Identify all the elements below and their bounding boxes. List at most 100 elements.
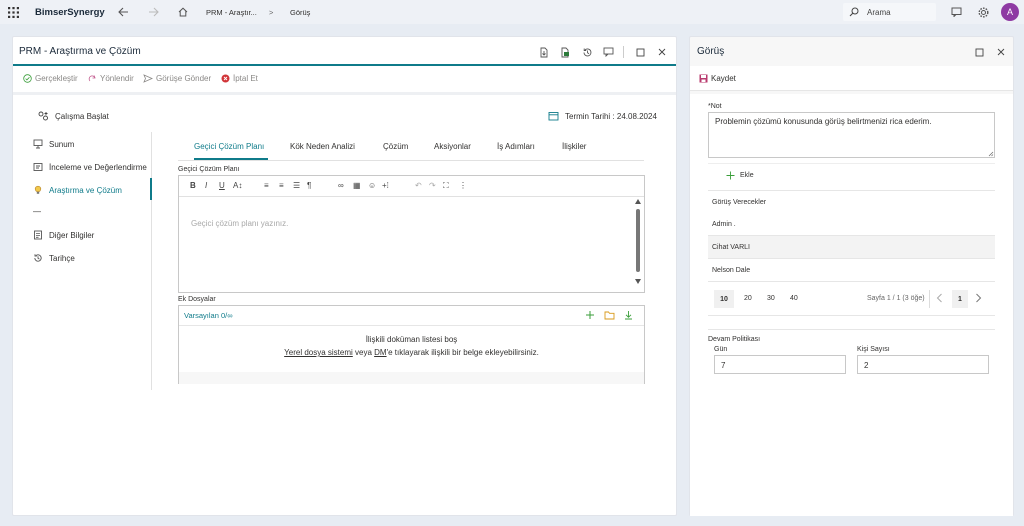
scroll-up-icon[interactable] [635,199,641,204]
tab-cozum[interactable]: Çözüm [383,142,408,151]
close-icon[interactable] [655,45,669,59]
redirect-label: Yönlendir [100,74,134,83]
list-item[interactable]: Cihat VARLI [708,236,995,259]
send-opinion-label: Görüşe Gönder [156,74,212,83]
export-icon[interactable] [537,45,551,59]
close-icon[interactable] [994,45,1008,59]
people-count-input[interactable]: 2 [857,355,989,374]
tab-aksiyonlar[interactable]: Aksiyonlar [434,142,471,151]
maximize-icon[interactable] [633,45,647,59]
workflow-icon [38,111,49,121]
nav-item-arastirma[interactable]: Araştırma ve Çözüm [33,185,122,195]
attachments-empty-text: İlişkili doküman listesi boş [365,335,458,344]
document-excel-icon[interactable] [558,45,572,59]
nav-item-sunum[interactable]: Sunum [33,139,74,149]
chat-icon[interactable] [951,0,962,24]
italic-icon[interactable]: I [205,181,207,190]
tab-is-adimlari[interactable]: İş Adımları [497,142,535,151]
page-size-20[interactable]: 20 [744,295,752,302]
previous-page-chevron-icon[interactable] [936,293,943,303]
nav-active-indicator [150,178,152,200]
add-button[interactable]: Ekle [726,171,754,180]
list-item[interactable]: Nelson Dale [708,259,995,282]
attachments-default-category[interactable]: Varsayılan 0/∞ [184,311,233,320]
link-icon[interactable]: ∞ [338,181,344,190]
dm-link[interactable]: DM [374,348,386,357]
history-icon[interactable] [580,45,594,59]
check-circle-icon [23,74,32,83]
maximize-icon[interactable] [972,45,986,59]
main-form-panel: PRM - Araştırma ve Çözüm Gerçekleştir Yö… [12,36,677,516]
breadcrumb-separator: > [269,7,274,17]
search-box[interactable]: Arama [843,3,936,21]
save-label: Kaydet [711,74,736,83]
rich-text-editor[interactable] [178,175,645,293]
resize-handle-icon[interactable] [988,151,994,157]
next-page-chevron-icon[interactable] [975,293,982,303]
start-work-button[interactable]: Çalışma Başlat [38,111,109,121]
scroll-down-icon[interactable] [635,279,641,284]
day-input[interactable]: 7 [714,355,846,374]
download-icon[interactable] [624,310,633,320]
paragraph-icon[interactable]: ¶ [307,181,311,190]
add-plus-icon[interactable] [585,310,595,320]
nav-item-inceleme[interactable]: İnceleme ve Değerlendirme [33,162,147,172]
nav-separator: — [33,207,41,216]
nav-item-tarihce[interactable]: Tarihçe [33,253,75,263]
section-divider [708,329,995,330]
settings-gear-icon[interactable] [978,0,989,24]
nav-item-diger-bilgiler[interactable]: Diğer Bilgiler [33,230,94,240]
underline-icon[interactable]: U [219,181,225,190]
home-icon[interactable] [178,0,188,24]
page-info: Sayfa 1 / 1 (3 öğe) [867,295,925,302]
lightbulb-icon [33,185,43,195]
redo-icon[interactable]: ↷ [429,181,436,190]
more-options-icon[interactable]: ⋮ [459,181,467,190]
list-item[interactable]: Admin . [708,213,995,236]
tab-kok-neden-analizi[interactable]: Kök Neden Analizi [290,142,355,151]
save-disk-icon [699,74,708,83]
page-size-10[interactable]: 10 [714,290,734,308]
page-size-40[interactable]: 40 [790,295,798,302]
search-input[interactable]: Arama [867,8,891,17]
attachments-hint: Yerel dosya sistemi veya DM'e tıklayarak… [178,348,645,357]
undo-icon[interactable]: ↶ [415,181,422,190]
breadcrumb-item-prm[interactable]: PRM - Araştır... [206,0,257,24]
emoji-icon[interactable]: ☺ [368,181,376,190]
save-button[interactable]: Kaydet [699,74,736,83]
attachments-header [179,306,644,326]
back-arrow-icon[interactable] [118,0,129,24]
cancel-label: İptal Et [233,74,258,83]
app-launcher-icon[interactable] [8,0,19,24]
insert-more-icon[interactable]: +⁞ [382,181,389,190]
font-size-icon[interactable]: A↕ [233,181,242,190]
align-center-icon[interactable]: ≡ [279,181,284,190]
current-page[interactable]: 1 [952,290,968,308]
editor-scrollbar[interactable] [635,199,641,285]
scrollbar-thumb[interactable] [636,209,640,272]
tabs-baseline [178,160,644,161]
send-opinion-button[interactable]: Görüşe Gönder [143,74,211,83]
bold-icon[interactable]: B [190,181,196,190]
complete-button[interactable]: Gerçekleştir [23,74,78,83]
folder-icon[interactable] [604,311,615,320]
table-icon[interactable]: ▦ [353,181,361,190]
list-icon[interactable]: ☰ [293,181,300,190]
cancel-button[interactable]: İptal Et [221,74,258,83]
app-name[interactable]: BimserSynergy [35,0,105,24]
local-file-system-link[interactable]: Yerel dosya sistemi [284,348,353,357]
comment-icon[interactable] [601,45,615,59]
user-avatar[interactable]: A [1001,3,1019,21]
fullscreen-icon[interactable]: ⛶ [443,181,449,191]
note-textarea[interactable]: Problemin çözümü konusunda görüş belirtm… [708,112,995,158]
forward-arrow-icon[interactable] [148,0,159,24]
redirect-button[interactable]: Yönlendir [88,74,134,83]
page-size-30[interactable]: 30 [767,295,775,302]
align-left-icon[interactable]: ≡ [264,181,269,190]
panel-title: PRM - Araştırma ve Çözüm [19,46,141,57]
attachments-label: Ek Dosyalar [178,296,216,303]
tab-gecici-cozum-plani[interactable]: Geçici Çözüm Planı [194,142,264,151]
breadcrumb-item-gorus[interactable]: Görüş [290,0,310,24]
due-date-text: Termin Tarihi : 24.08.2024 [565,111,657,121]
tab-iliskiler[interactable]: İlişkiler [562,142,586,151]
